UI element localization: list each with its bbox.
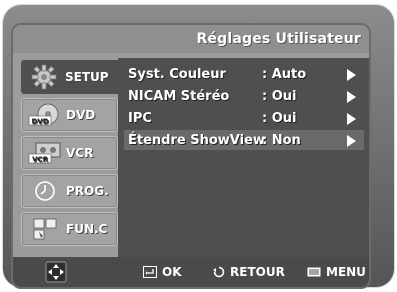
sidebar-item-label: FUN.C [66, 222, 108, 236]
gear-icon [27, 64, 61, 90]
menu-row-nicam[interactable]: NICAM Stéréo : Oui [124, 86, 364, 106]
sidebar-item-setup[interactable]: SETUP [21, 60, 118, 94]
sidebar-item-label: DVD [66, 108, 96, 122]
row-value: : Non [262, 132, 301, 148]
row-name: Étendre ShowView [128, 132, 265, 148]
dvd-disc-icon: DVD [28, 102, 62, 128]
vcr-badge-text: VCR [32, 156, 49, 164]
return-hint: RETOUR [213, 265, 285, 279]
settings-panel: Syst. Couleur : Auto NICAM Stéréo : Oui … [118, 58, 369, 258]
row-name: NICAM Stéréo [128, 88, 230, 104]
arrow-right-icon [347, 113, 356, 125]
dvd-badge-text: DVD [31, 118, 48, 126]
row-value: : Oui [262, 110, 297, 126]
sidebar-item-label: VCR [66, 146, 94, 160]
sidebar-item-vcr[interactable]: VCR VCR [21, 136, 118, 170]
arrow-right-icon [347, 135, 356, 147]
row-value: : Oui [262, 88, 297, 104]
row-name: IPC [128, 110, 152, 126]
page-title: Réglages Utilisateur [196, 31, 361, 47]
ok-hint: OK [143, 265, 182, 279]
menu-row-extend-showview[interactable]: Étendre ShowView : Non [124, 130, 364, 150]
sidebar-item-func[interactable]: FUN.C [21, 212, 118, 246]
return-label: RETOUR [230, 265, 285, 279]
clock-icon [28, 178, 62, 204]
sidebar-item-label: SETUP [65, 70, 109, 84]
sidebar-item-label: PROG. [66, 184, 109, 198]
menu-row-color-system[interactable]: Syst. Couleur : Auto [124, 64, 364, 84]
row-value: : Auto [262, 66, 307, 82]
menu-hint: MENU [307, 265, 366, 279]
arrow-right-icon [347, 91, 356, 103]
tv-frame: Réglages Utilisateur SETUP DVD DVD VCR V… [3, 5, 394, 289]
sidebar-item-prog[interactable]: PROG. [21, 174, 118, 208]
navigation-pad-icon [43, 261, 69, 283]
menu-label: MENU [326, 265, 366, 279]
return-icon [213, 266, 225, 278]
menu-icon [307, 267, 321, 277]
ok-label: OK [162, 265, 182, 279]
title-bar: Réglages Utilisateur [13, 25, 369, 53]
menu-row-ipc[interactable]: IPC : Oui [124, 108, 364, 128]
sidebar-item-dvd[interactable]: DVD DVD [21, 98, 118, 132]
function-blocks-icon [28, 216, 62, 242]
row-name: Syst. Couleur [128, 66, 226, 82]
arrow-right-icon [347, 69, 356, 81]
enter-icon [143, 266, 157, 278]
osd-screen: Réglages Utilisateur SETUP DVD DVD VCR V… [11, 23, 371, 289]
vcr-cassette-icon: VCR [28, 140, 62, 166]
sidebar: SETUP DVD DVD VCR VCR PROG. FUN.C [13, 58, 118, 253]
help-bar: OK RETOUR MENU [13, 257, 369, 287]
